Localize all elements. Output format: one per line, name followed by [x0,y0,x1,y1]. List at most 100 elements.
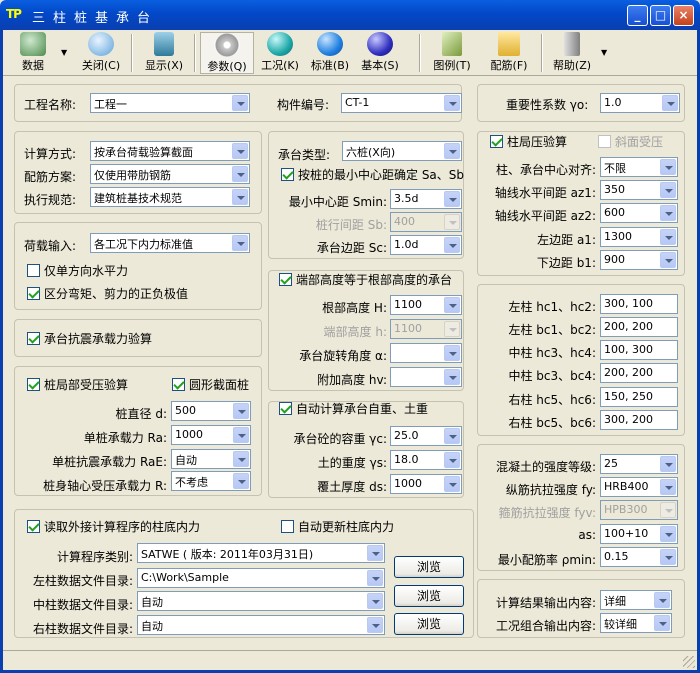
data-dropdown-arrow-icon[interactable]: ▼ [61,48,67,57]
cover-as-combo[interactable]: 100+10 [600,524,678,544]
chevron-down-icon [660,182,676,198]
left-edge-combo[interactable]: 1300 [600,227,678,247]
pile-diameter-combo[interactable]: 500 [171,401,251,421]
checkbox-box [172,378,185,391]
chevron-down-icon [232,189,248,205]
browse-right-button[interactable]: 浏览 [394,613,464,635]
toolbar-help-button[interactable]: 帮助(Z) [547,32,597,74]
maximize-button[interactable]: □ [650,5,671,26]
checkbox-box [281,520,294,533]
auto-self-weight-checkbox[interactable]: 自动计算承台自重、土重 [279,402,428,418]
close-gear-icon [88,32,114,56]
browse-mid-button[interactable]: 浏览 [394,585,464,607]
round-pile-checkbox[interactable]: 圆形截面桩 [172,378,249,394]
root-height-combo[interactable]: 1100 [390,295,462,315]
concrete-grade-combo[interactable]: 25 [600,454,678,474]
seismic-check-checkbox[interactable]: 承台抗震承载力验算 [27,332,152,348]
mid-column-dir-combo[interactable]: 自动 [137,591,385,611]
chevron-down-icon [662,95,678,111]
toolbar-basic-button[interactable]: 基本(S) [357,32,403,74]
column-size-input[interactable]: 300, 100 [600,294,678,314]
rebar-scheme-combo[interactable]: 仅使用带肋钢筋 [90,164,250,184]
equal-height-checkbox[interactable]: 端部高度等于根部高度的承台 [279,273,452,289]
toolbar-standard-button[interactable]: 标准(B) [307,32,353,74]
min-spacing-checkbox[interactable]: 按桩的最小中心距确定 Sa、Sb [281,168,464,184]
member-id-combo[interactable]: CT-1 [341,93,462,113]
end-height-combo[interactable]: 1100 [390,319,462,339]
bottom-edge-combo[interactable]: 900 [600,250,678,270]
checkbox-box [279,402,292,415]
toolbar-separator [541,34,543,72]
pile-capacity-combo[interactable]: 1000 [171,425,251,445]
row-spacing-combo[interactable]: 400 [390,212,462,232]
result-output-label: 计算结果输出内容: [495,596,596,610]
load-input-panel: 荷载输入: 各工况下内力标准值 仅单方向水平力 区分弯矩、剪力的正负极值 [14,222,262,310]
center-align-combo[interactable]: 不限 [600,157,678,177]
calc-method-combo[interactable]: 按承台荷载验算截面 [90,141,250,161]
blue-ball-icon [317,32,343,56]
toolbar-rebar-button[interactable]: 配筋(F) [483,32,535,74]
minimize-button[interactable]: _ [627,5,648,26]
extra-height-label: 附加高度 hv: [317,373,387,387]
column-size-input[interactable]: 100, 300 [600,340,678,360]
right-column-dir-combo[interactable]: 自动 [137,615,385,635]
column-local-compression-checkbox[interactable]: 柱局压验算 [490,135,567,151]
stirrup-strength-combo[interactable]: HPB300 [600,500,678,520]
soil-cover-combo[interactable]: 1000 [390,474,462,494]
teal-ball-icon [267,32,293,56]
left-column-dir-combo[interactable]: C:\Work\Sample [137,568,385,588]
browse-left-button[interactable]: 浏览 [394,556,464,578]
concrete-unit-weight-combo[interactable]: 25.0 [390,426,462,446]
toolbar-display-button[interactable]: 显示(X) [139,32,189,74]
axis-spacing-az2-combo[interactable]: 600 [600,203,678,223]
load-input-label: 荷载输入: [24,239,77,253]
column-size-input[interactable]: 200, 200 [600,363,678,383]
single-direction-checkbox[interactable]: 仅单方向水平力 [27,264,128,280]
pile-seismic-capacity-combo[interactable]: 自动 [171,449,251,469]
sign-extremes-checkbox[interactable]: 区分弯矩、剪力的正负极值 [27,287,188,303]
edge-distance-combo[interactable]: 1.0d [390,235,462,255]
concrete-grade-label: 混凝土的强度等级: [495,460,596,474]
load-input-combo[interactable]: 各工况下内力标准值 [90,233,250,253]
cap-type-combo[interactable]: 六桩(X向) [342,141,462,161]
longitudinal-strength-combo[interactable]: HRB400 [600,477,678,497]
min-spacing-combo[interactable]: 3.5d [390,189,462,209]
close-window-button[interactable]: × [673,5,694,26]
toolbar-legend-button[interactable]: 图例(T) [427,32,477,74]
chevron-down-icon [660,159,676,175]
column-size-input[interactable]: 200, 200 [600,317,678,337]
pile-axial-capacity-label: 桩身轴心受压承载力 R: [43,479,167,493]
chevron-down-icon [444,476,460,492]
column-size-input[interactable]: 150, 250 [600,387,678,407]
program-type-combo[interactable]: SATWE ( 版本: 2011年03月31日) [137,543,385,563]
auto-update-forces-checkbox[interactable]: 自动更新柱底内力 [281,520,394,536]
combination-output-combo[interactable]: 较详细 [600,613,672,633]
help-dropdown-arrow-icon[interactable]: ▼ [601,48,607,57]
project-name-combo[interactable]: 工程一 [90,93,250,113]
result-output-combo[interactable]: 详细 [600,590,672,610]
design-code-combo[interactable]: 建筑桩基技术规范 [90,187,250,207]
design-code-label: 执行规范: [24,193,77,207]
resize-grip-icon[interactable] [683,656,695,668]
importance-label: 重要性系数 γo: [506,98,589,112]
column-size-input[interactable]: 300, 200 [600,410,678,430]
rotation-angle-combo[interactable] [390,343,462,363]
chevron-down-icon [444,143,460,159]
rebar-scheme-label: 配筋方案: [24,170,77,184]
toolbar-params-button[interactable]: 参数(Q) [200,32,254,74]
pile-axial-capacity-combo[interactable]: 不考虑 [171,471,251,491]
pile-local-compression-checkbox[interactable]: 桩局部受压验算 [27,378,128,394]
axis-spacing-az1-combo[interactable]: 350 [600,180,678,200]
soil-unit-weight-combo[interactable]: 18.0 [390,450,462,470]
read-external-forces-checkbox[interactable]: 读取外接计算程序的柱底内力 [27,520,200,536]
toolbar-close-button[interactable]: 关闭(C) [75,32,127,74]
cover-as-label: as: [578,528,596,542]
importance-combo[interactable]: 1.0 [600,93,680,113]
toolbar-data-button[interactable]: 数据 [11,32,55,74]
toolbar-loadcase-button[interactable]: 工况(K) [257,32,303,74]
help-book-icon [564,32,580,56]
display-icon [154,32,174,56]
extra-height-combo[interactable] [390,367,462,387]
slope-compression-checkbox[interactable]: 斜面受压 [598,135,663,151]
min-rebar-ratio-combo[interactable]: 0.15 [600,547,678,567]
